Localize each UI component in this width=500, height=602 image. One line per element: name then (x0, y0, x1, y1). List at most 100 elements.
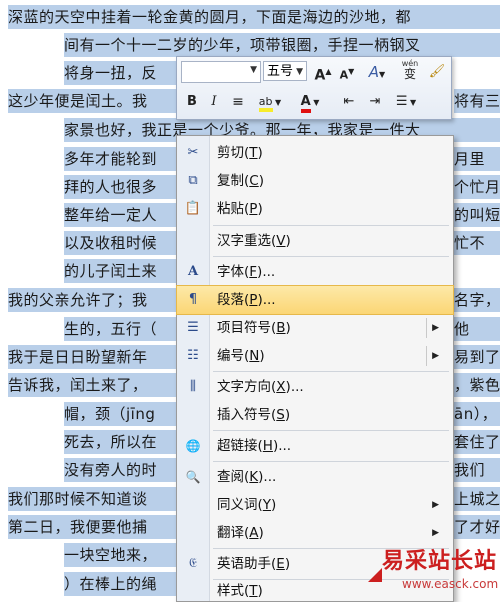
text-line-fragment[interactable]: ān）， (454, 402, 500, 426)
menu-item-label: 复制(C) (217, 173, 264, 189)
menu-item-text-direction[interactable]: ⫼ 文字方向(X)... (177, 373, 453, 401)
menu-separator (213, 371, 449, 372)
font-color-button[interactable]: A ▼ (295, 91, 325, 113)
center-align-icon[interactable]: ≡ (229, 91, 247, 113)
menu-item-paragraph[interactable]: ¶ 段落(P)... (176, 285, 454, 315)
menu-item-reconvert[interactable]: 汉字重选(V) (177, 227, 453, 255)
text-line-fragment[interactable]: 了才好 (454, 515, 500, 539)
menu-item-numbering[interactable]: ☷ 编号(N) ▶ (177, 342, 453, 370)
copy-icon: ⧉ (188, 173, 198, 188)
text-line[interactable]: 我的父亲允许了；我 (8, 288, 176, 312)
text-line-fragment[interactable]: 个忙月 (454, 175, 500, 199)
submenu-divider (426, 318, 427, 338)
text-line[interactable]: 的儿子闰土来 (64, 259, 176, 283)
text-line[interactable]: 以及收租时候 (64, 231, 176, 255)
text-line-fragment[interactable]: 将有三 (454, 89, 500, 113)
text-line[interactable]: 这少年便是闰土。我 (8, 89, 178, 113)
text-line[interactable]: 深蓝的天空中挂着一轮金黄的圆月，下面是海边的沙地，都 (8, 5, 500, 29)
grow-font-button[interactable]: A▲ (313, 61, 333, 84)
text-line[interactable]: 没有旁人的时 (64, 458, 176, 482)
chevron-down-icon: ▼ (296, 67, 303, 77)
chevron-right-icon[interactable]: ▶ (432, 314, 439, 342)
menu-item-hyperlink[interactable]: 🌐 超链接(H)... (177, 432, 453, 460)
text-line-fragment[interactable]: 上城之 (454, 487, 500, 511)
menu-separator (213, 256, 449, 257)
text-line[interactable]: 多年才能轮到 (64, 147, 176, 171)
menu-item-label: 汉字重选(V) (217, 233, 291, 249)
bullets-icon: ☰ (187, 320, 199, 335)
text-line[interactable]: ）在棒上的绳 (64, 572, 176, 596)
text-direction-icon: ⫼ (190, 379, 196, 394)
phonetic-guide-button[interactable]: wén 变 (397, 59, 423, 81)
text-line[interactable]: 死去，所以在 (64, 430, 176, 454)
text-line[interactable]: 告诉我，闰土来了， (8, 373, 176, 397)
research-icon: 🔍 (185, 470, 201, 484)
bullets-button[interactable]: ☰ ▼ (391, 91, 421, 113)
submenu-divider (426, 346, 427, 366)
text-line-fragment[interactable]: 他 (454, 317, 500, 341)
text-line-fragment[interactable]: 名字， (454, 288, 500, 312)
text-line[interactable]: 拜的人也很多 (64, 175, 176, 199)
menu-item-synonyms[interactable]: 同义词(Y) ▶ (177, 491, 453, 519)
chevron-right-icon[interactable]: ▶ (432, 342, 439, 370)
menu-item-paste[interactable]: 📋 粘贴(P) (177, 195, 453, 223)
text-line-fragment[interactable]: 月里 (454, 147, 500, 171)
text-line[interactable]: 一块空地来， (64, 543, 176, 567)
menu-item-label: 段落(P)... (217, 292, 276, 308)
paste-icon: 📋 (184, 201, 202, 216)
chevron-down-icon: ▼ (250, 65, 257, 75)
menu-item-copy[interactable]: ⧉ 复制(C) (177, 167, 453, 195)
text-line[interactable]: 帽，颈（jīng (64, 402, 176, 426)
menu-item-label: 翻译(A) (217, 525, 264, 541)
text-line[interactable]: 生的，五行（ (64, 317, 176, 341)
menu-item-font[interactable]: A 字体(F)... (177, 258, 453, 286)
text-line-fragment[interactable]: 易到了 (454, 345, 500, 369)
text-line[interactable]: 我们那时候不知道谈 (8, 487, 176, 511)
menu-item-label: 字体(F)... (217, 264, 276, 280)
context-menu: ✂ 剪切(T) ⧉ 复制(C) 📋 粘贴(P) 汉字重选(V) A 字体(F).… (176, 135, 454, 602)
font-icon: A (187, 264, 199, 279)
text-line-fragment[interactable]: 忙不 (454, 231, 500, 255)
bold-button[interactable]: B (183, 91, 201, 113)
text-line[interactable]: 整年给一定人 (64, 203, 176, 227)
numbering-icon: ☷ (187, 348, 199, 363)
logo-mark-icon (368, 568, 382, 582)
menu-separator (213, 225, 449, 226)
decrease-indent-icon[interactable]: ⇤ (339, 91, 359, 113)
menu-item-label: 超链接(H)... (217, 438, 292, 454)
text-line-fragment[interactable]: ，紫色 (454, 373, 500, 397)
format-painter-icon[interactable]: 🖌 (427, 61, 447, 83)
text-line[interactable]: 我于是日日盼望新年 (8, 345, 176, 369)
font-size-select[interactable]: 五号 ▼ (263, 61, 307, 81)
menu-item-label: 项目符号(B) (217, 320, 291, 336)
font-name-select[interactable]: ▼ (181, 61, 261, 83)
shrink-font-button[interactable]: A▼ (337, 61, 357, 83)
text-line[interactable]: 间有一个十一二岁的少年，项带银圈，手捏一柄钢叉 (64, 33, 500, 57)
font-size-value: 五号 (267, 64, 294, 79)
text-line[interactable]: 将身一扭，反 (64, 61, 180, 85)
italic-button[interactable]: I (205, 91, 223, 113)
highlight-button[interactable]: ab ▼ (255, 91, 285, 113)
menu-item-research[interactable]: 🔍 查阅(K)... (177, 463, 453, 491)
watermark-title: 易采站长站 (382, 548, 498, 574)
increase-indent-icon[interactable]: ⇥ (365, 91, 385, 113)
mini-toolbar: ▼ 五号 ▼ A▲ A▼ A▼ wén 变 🖌 B I ≡ ab ▼ A ▼ ⇤… (176, 56, 452, 120)
paragraph-icon: ¶ (188, 292, 198, 307)
watermark-url: www.easck.com (402, 577, 499, 591)
text-line[interactable]: 第二日，我便要他捕 (8, 515, 176, 539)
menu-item-label: 粘贴(P) (217, 201, 263, 217)
menu-item-insert-symbol[interactable]: 插入符号(S) (177, 401, 453, 429)
menu-item-label: 样式(T) (217, 583, 263, 599)
watermark-logo: 易采站长站 www.easck.com (368, 540, 500, 600)
text-line-fragment[interactable]: 套住了 (454, 430, 500, 454)
menu-separator (213, 461, 449, 462)
phonetic-char: 变 (403, 67, 416, 81)
menu-item-label: 英语助手(E) (217, 556, 291, 572)
styles-button[interactable]: A▼ (363, 61, 391, 83)
text-line-fragment[interactable]: 的叫短 (454, 203, 500, 227)
menu-item-label: 同义词(Y) (217, 497, 277, 513)
menu-item-bullets[interactable]: ☰ 项目符号(B) ▶ (177, 314, 453, 342)
menu-item-cut[interactable]: ✂ 剪切(T) (177, 139, 453, 167)
text-line-fragment[interactable]: 我们 (454, 458, 500, 482)
menu-item-label: 查阅(K)... (217, 469, 277, 485)
